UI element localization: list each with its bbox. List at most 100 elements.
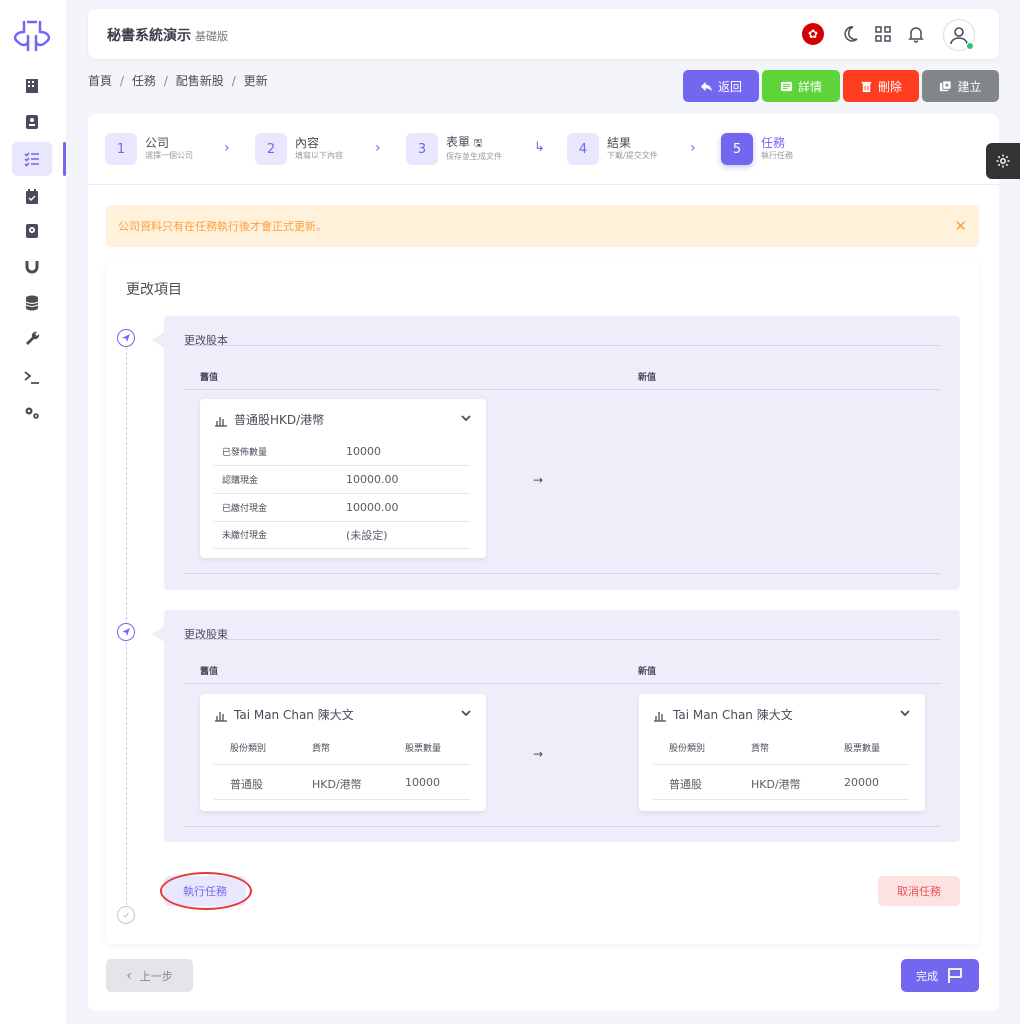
col-share-count: 股票數量 [844,744,881,754]
hk-flag-icon[interactable]: ✿ [802,23,824,45]
delete-button[interactable]: 刪除 [843,70,919,102]
divider [214,764,470,765]
avatar[interactable] [943,19,975,51]
breadcrumb-home[interactable]: 首頁 [88,74,112,88]
stepper-divider [88,184,999,185]
wrench-icon [26,331,40,345]
cell-currency: HKD/港幣 [312,778,362,791]
check-circle-icon [117,906,135,924]
step-company[interactable]: 1 公司 選擇一個公司 [105,133,193,165]
reply-icon [700,81,713,91]
new-shareholder-card: Tai Man Chan 陳大文 股份類別 貨幣 股票數量 普通股 HKD/港幣… [639,694,925,811]
step-result[interactable]: 4 結果 下載/提交文件 [567,133,658,165]
col-share-count: 股票數量 [405,744,442,754]
divider [184,639,940,640]
sidebar [0,0,66,1024]
apps-grid-icon[interactable] [871,22,895,46]
app-subtitle: 基礎版 [195,30,228,43]
bell-icon[interactable] [904,22,928,46]
back-button[interactable]: 返回 [683,70,759,102]
new-value-label: 新值 [638,373,657,383]
list-icon [780,81,793,91]
chevron-down-icon[interactable] [460,707,472,719]
kv-row-unpaid: 未繳付現金 (未設定) [214,521,470,549]
breadcrumb-current: 更新 [243,74,268,88]
divider [184,826,940,827]
step-form[interactable]: 3 表單 🖫 保存並生成文件 [406,133,502,165]
sidebar-item-magnet[interactable] [12,250,52,284]
copy-add-icon [940,79,953,91]
create-button[interactable]: 建立 [922,70,999,102]
panel-title: 更改項目 [126,282,182,298]
divider [214,799,470,800]
top-header: 秘書系統演示 基礎版 ✿ [88,9,999,59]
share-class-title: 普通股HKD/港幣 [214,411,324,428]
sidebar-item-contacts[interactable] [12,105,52,139]
shareholder-name: Tai Man Chan 陳大文 [214,706,354,723]
cogs-icon [25,407,39,419]
shareholder-name: Tai Man Chan 陳大文 [653,706,793,723]
chevron-left-icon: ‹ [126,967,132,984]
old-shareholder-card: Tai Man Chan 陳大文 股份類別 貨幣 股票數量 普通股 HKD/港幣… [200,694,486,811]
capital-change-section: 更改股本 舊值 新值 普通股HKD/港幣 已發佈數量 10000 認購現金 1000… [152,316,960,590]
divider [653,764,909,765]
col-currency: 貨幣 [312,744,331,754]
new-value-label: 新值 [638,667,657,677]
address-book-icon [26,224,38,238]
details-button[interactable]: 詳情 [762,70,840,102]
step-task[interactable]: 5 任務 執行任務 [721,133,793,165]
cell-currency: HKD/港幣 [751,778,801,791]
sidebar-item-company[interactable] [12,69,52,103]
sidebar-item-tools[interactable] [12,322,52,356]
chevron-right-icon: › [690,140,696,156]
divider [653,799,909,800]
divider [184,345,940,346]
warning-alert: 公司資料只有在任務執行後才會正式更新。 ✕ [106,205,979,247]
trash-icon [861,81,872,92]
divider [184,683,940,684]
kv-row-issued: 已發佈數量 10000 [214,438,470,466]
chevron-down-icon[interactable] [899,707,911,719]
previous-step-button[interactable]: ‹ 上一步 [106,959,193,992]
arrow-right-icon: → [533,473,544,487]
sidebar-item-settings[interactable] [12,396,52,430]
breadcrumb-placement[interactable]: 配售新股 [176,74,224,88]
divider [184,389,940,390]
app-logo-icon[interactable] [8,18,56,54]
kv-row-paid: 已繳付現金 10000.00 [214,494,470,522]
online-status-dot [966,42,974,50]
checklist-icon [24,152,39,167]
dark-mode-icon[interactable] [838,22,862,46]
sidebar-item-database[interactable] [12,286,52,320]
send-icon [117,329,135,347]
calendar-check-icon [26,189,38,204]
step-content[interactable]: 2 內容 填寫以下內容 [255,133,343,165]
customizer-toggle[interactable] [986,143,1020,179]
alert-text: 公司資料只有在任務執行後才會正式更新。 [118,220,327,233]
arrow-right-icon: → [533,747,544,761]
chevron-right-icon: › [375,140,381,156]
col-share-class: 股份類別 [669,744,706,754]
cancel-task-button[interactable]: 取消任務 [878,876,960,906]
gear-icon [996,154,1010,168]
chevron-down-icon[interactable] [460,412,472,424]
cell-share-count: 20000 [844,776,879,789]
terminal-icon [24,371,39,384]
execute-task-button[interactable]: 執行任務 [164,876,246,906]
database-icon [25,295,39,311]
sidebar-item-terminal[interactable] [12,360,52,394]
building-icon [26,79,38,93]
send-icon [117,623,135,641]
col-currency: 貨幣 [751,744,770,754]
breadcrumb-tasks[interactable]: 任務 [132,74,156,88]
app-title: 秘書系統演示 基礎版 [107,28,228,44]
magnet-icon [25,261,39,274]
chevron-right-icon: › [224,140,230,156]
sidebar-item-address-book[interactable] [12,214,52,248]
close-icon[interactable]: ✕ [954,217,967,235]
share-class-card: 普通股HKD/港幣 已發佈數量 10000 認購現金 10000.00 已繳付現金 1… [200,399,486,558]
finish-button[interactable]: 完成 [901,959,979,992]
sidebar-item-tasks[interactable] [12,142,52,176]
sidebar-item-calendar[interactable] [12,180,52,214]
cell-share-class: 普通股 [230,778,263,791]
